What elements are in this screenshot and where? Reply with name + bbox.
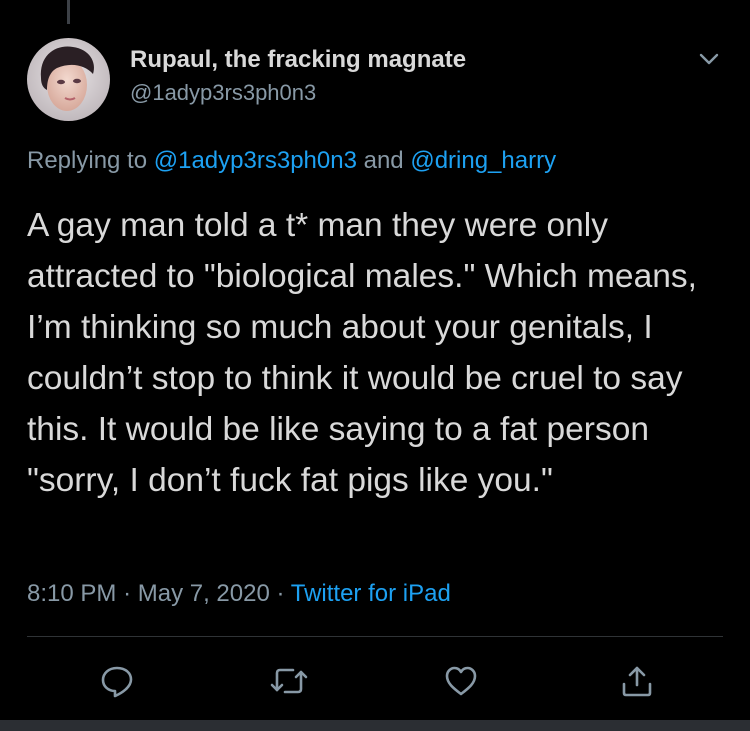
reply-joiner: and (356, 147, 411, 174)
reply-button[interactable] (97, 661, 137, 701)
avatar-photo (27, 38, 110, 121)
like-button[interactable] (441, 661, 481, 701)
display-name[interactable]: Rupaul, the fracking magnate (130, 46, 466, 74)
reply-mention-link[interactable]: @dring_harry (410, 147, 556, 174)
bottom-bar (0, 720, 750, 731)
chevron-down-icon[interactable] (694, 44, 724, 74)
meta-separator: · (276, 580, 285, 607)
reply-mention-link[interactable]: @1adyp3rs3ph0n3 (154, 147, 357, 174)
share-icon (622, 666, 652, 697)
retweet-icon (270, 668, 308, 694)
tweet-date[interactable]: May 7, 2020 (138, 580, 270, 607)
tweet-metadata: 8:10 PM · May 7, 2020 · Twitter for iPad (27, 580, 451, 608)
reply-icon (101, 666, 133, 698)
replying-prefix: Replying to (27, 147, 154, 174)
replying-to-line: Replying to @1adyp3rs3ph0n3 and @dring_h… (27, 147, 556, 175)
thread-connector-line (67, 0, 70, 24)
share-button[interactable] (617, 661, 657, 701)
avatar[interactable] (27, 38, 110, 121)
tweet-time[interactable]: 8:10 PM (27, 580, 116, 607)
meta-separator: · (123, 580, 132, 607)
heart-icon (445, 666, 477, 696)
tweet-text: A gay man told a t* man they were only a… (27, 207, 697, 499)
actions-divider (27, 636, 723, 637)
tweet-source-link[interactable]: Twitter for iPad (291, 580, 451, 607)
retweet-button[interactable] (269, 661, 309, 701)
user-handle[interactable]: @1adyp3rs3ph0n3 (130, 80, 316, 106)
